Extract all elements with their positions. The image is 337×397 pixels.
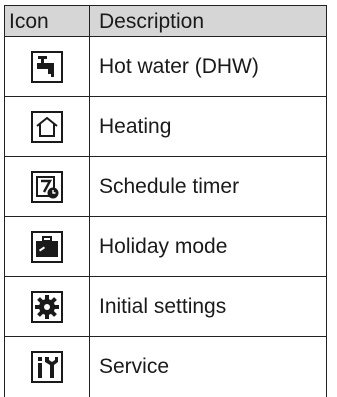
icon-cell: [4, 36, 90, 97]
table-row: Schedule timer: [4, 156, 327, 217]
row-description: Schedule timer: [89, 156, 327, 217]
table-row: Holiday mode: [4, 216, 327, 277]
hot-water-tap-icon: [31, 50, 63, 83]
icon-cell: [4, 96, 90, 157]
table-row: Initial settings: [4, 276, 327, 337]
house-icon: [31, 110, 63, 143]
icon-cell: [4, 156, 90, 217]
header-description: Description: [89, 5, 327, 37]
row-description: Service: [89, 336, 327, 397]
schedule-timer-icon: [31, 170, 63, 203]
row-description: Holiday mode: [89, 216, 327, 277]
suitcase-icon: [31, 230, 63, 263]
icon-cell: [4, 336, 90, 397]
row-description: Hot water (DHW): [89, 36, 327, 97]
tools-icon: [31, 350, 63, 383]
table-row: Service: [4, 336, 327, 397]
gear-icon: [31, 290, 63, 323]
table-header-row: Icon Description: [4, 5, 327, 37]
icon-cell: [4, 216, 90, 277]
header-icon: Icon: [4, 5, 90, 37]
icon-legend-table: Icon Description Hot water (DHW) Heating…: [4, 5, 327, 397]
table-row: Hot water (DHW): [4, 36, 327, 97]
table-row: Heating: [4, 96, 327, 157]
row-description: Heating: [89, 96, 327, 157]
icon-cell: [4, 276, 90, 337]
row-description: Initial settings: [89, 276, 327, 337]
